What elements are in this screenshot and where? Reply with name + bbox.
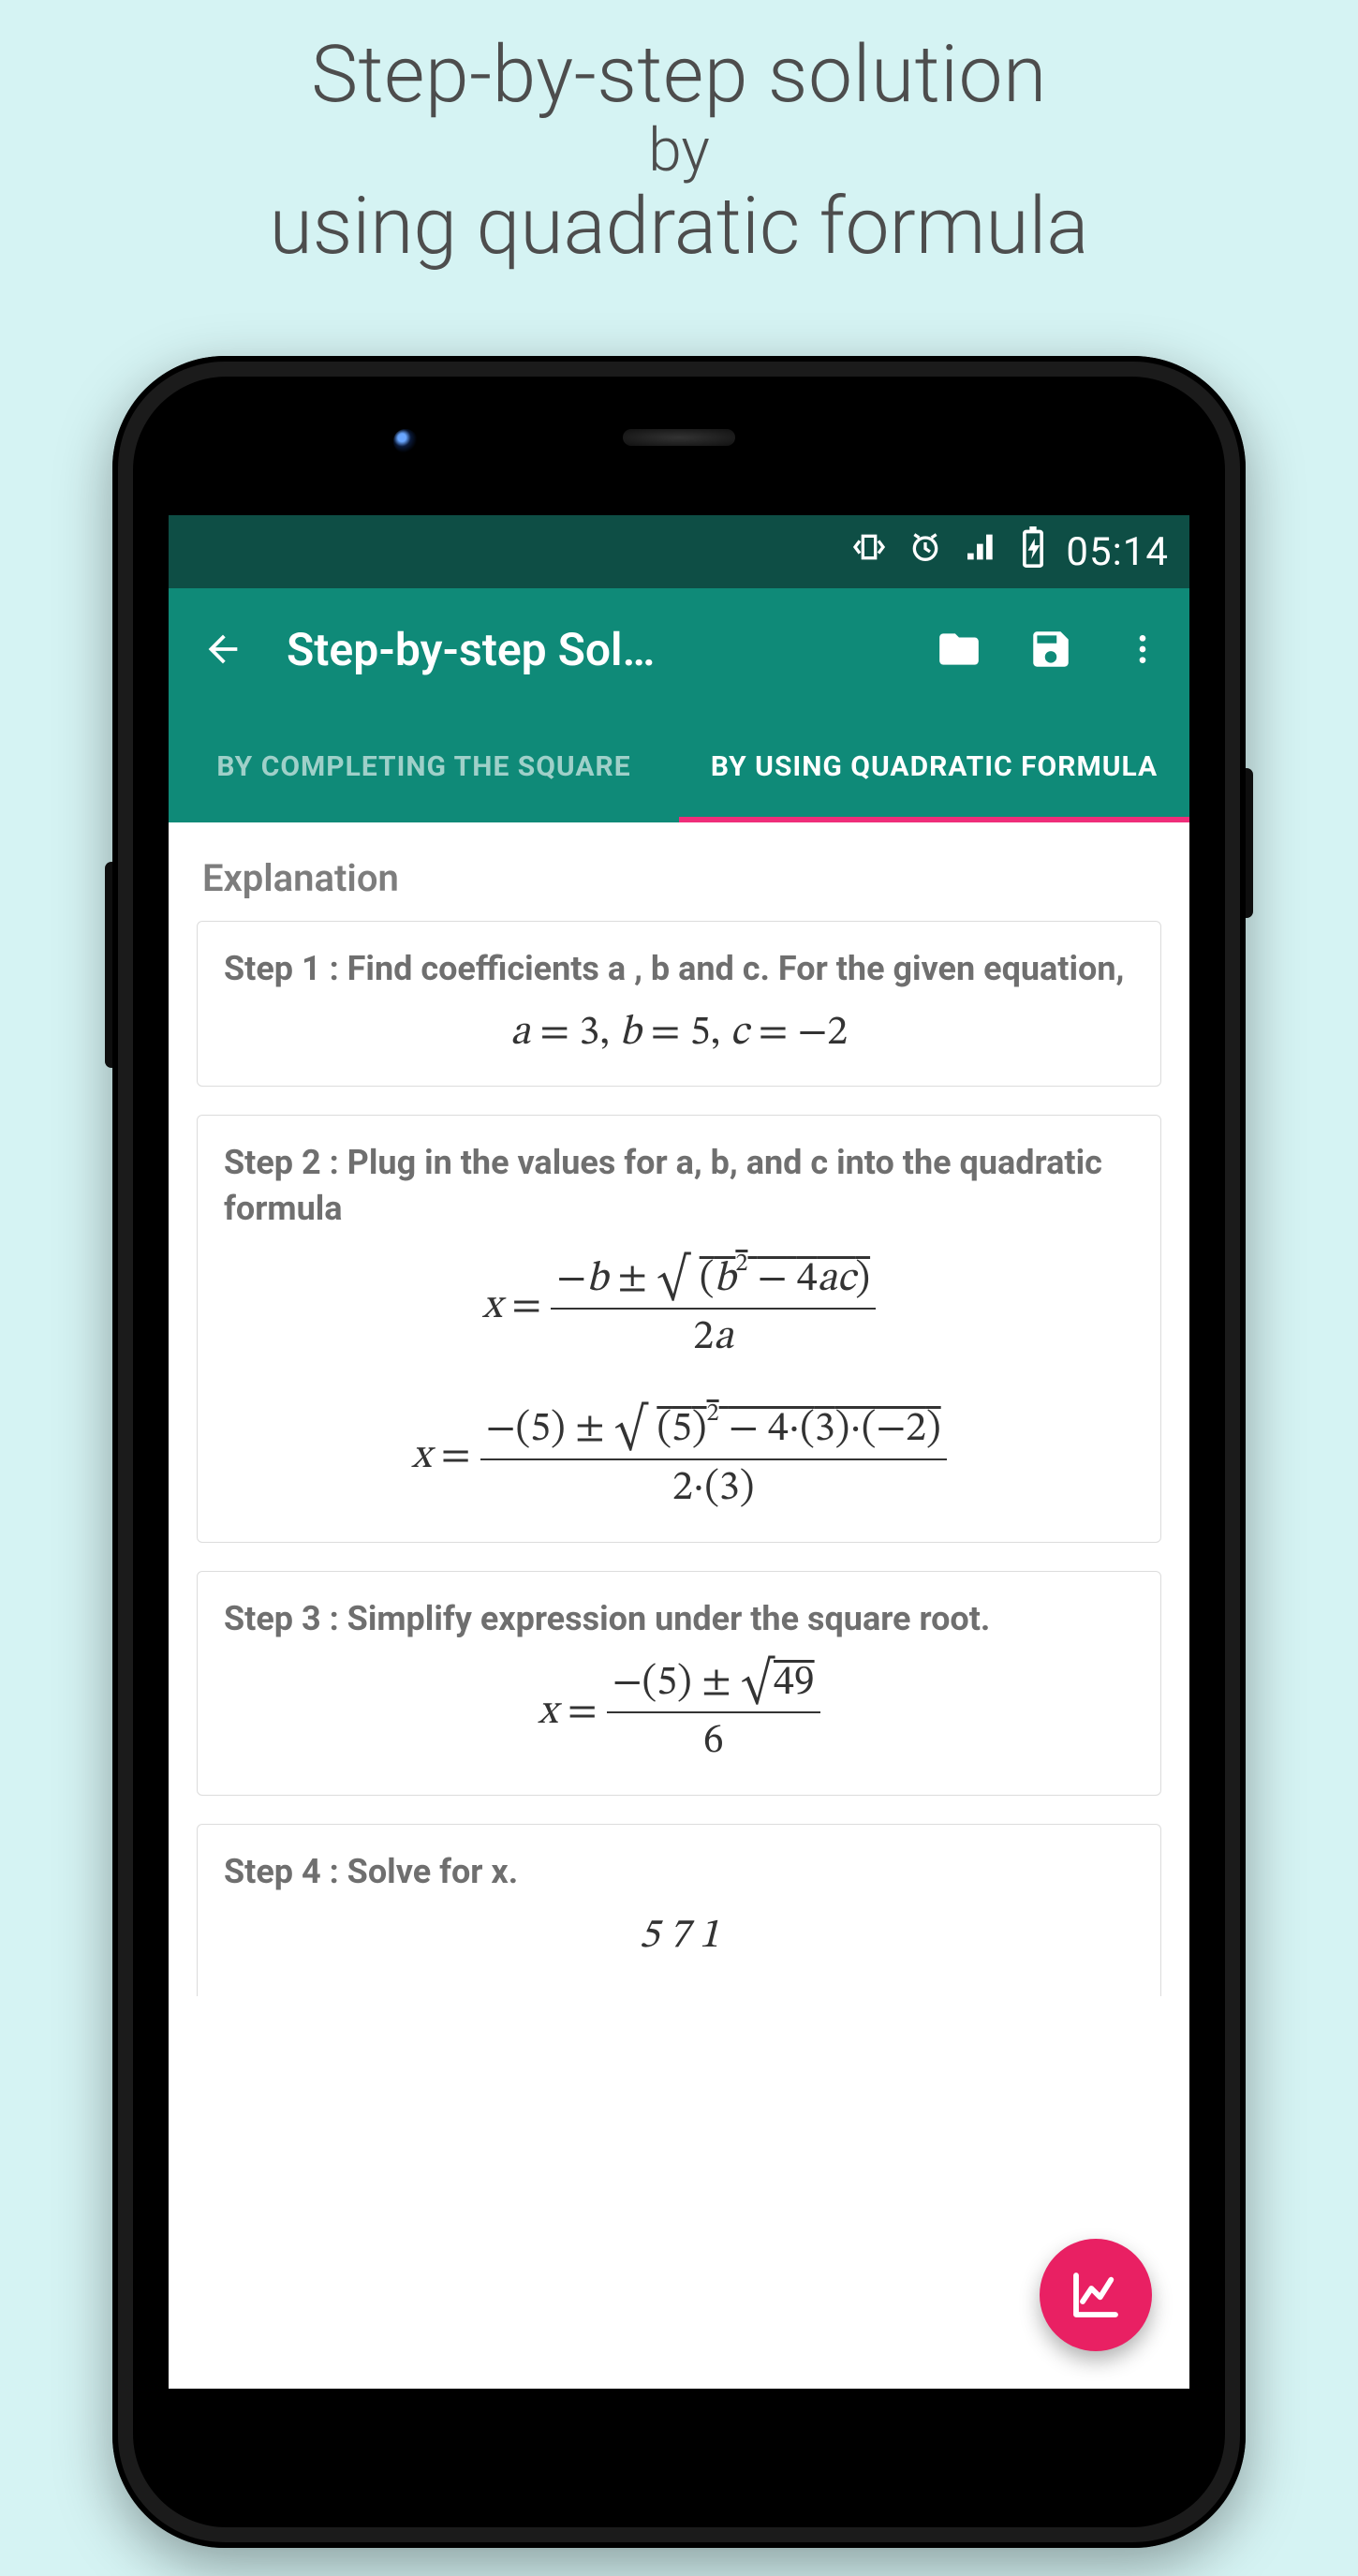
back-button[interactable] <box>195 621 251 677</box>
battery-icon <box>1019 526 1047 578</box>
save-button[interactable] <box>1023 621 1079 677</box>
step-2-substituted: x = −(5) ± √ (5)2 − 4·(3)·(−2) 2·(3) <box>224 1400 1134 1514</box>
step-2-card: Step 2 : Plug in the values for a, b, an… <box>197 1115 1161 1543</box>
tab-completing-square[interactable]: BY COMPLETING THE SQUARE <box>169 710 679 822</box>
promo-line-1: Step-by-step solution <box>0 28 1358 121</box>
device-speaker <box>623 429 735 446</box>
sub-a-den: 3 <box>719 1468 740 1509</box>
device-camera <box>393 429 418 453</box>
discriminant: 49 <box>774 1657 815 1704</box>
step-1-title: Step 1 : Find coefficients a , b and c. … <box>224 946 1134 992</box>
step-1-card: Step 1 : Find coefficients a , b and c. … <box>197 921 1161 1087</box>
step-3-math: x = −(5) ± √49 6 <box>224 1659 1134 1768</box>
status-bar: 05:14 <box>169 515 1189 588</box>
screen: 05:14 Step-by-step Sol… BY COMPLETING <box>169 515 1189 2389</box>
vibrate-icon <box>850 528 888 576</box>
alarm-icon <box>907 528 944 576</box>
promo-line-2: by <box>0 115 1358 185</box>
step-3-card: Step 3 : Simplify expression under the s… <box>197 1571 1161 1796</box>
graph-fab[interactable] <box>1040 2239 1152 2351</box>
sub-c: −2 <box>876 1409 925 1450</box>
coeff-c: −2 <box>798 1013 848 1054</box>
section-heading: Explanation <box>202 856 1156 900</box>
sub-b: 5 <box>530 1409 551 1450</box>
step-1-math: a = 3, b = 5, c = −2 <box>224 1009 1134 1059</box>
signal-icon <box>963 528 1000 576</box>
promo-heading: Step-by-step solution by using quadratic… <box>0 28 1358 273</box>
step-4-partial: 5 7 1 <box>224 1912 1134 1968</box>
neg-b: −(5) <box>613 1663 692 1704</box>
step-4-card: Step 4 : Solve for x. 5 7 1 <box>197 1824 1161 1996</box>
tab-quadratic-formula[interactable]: BY USING QUADRATIC FORMULA <box>679 710 1189 822</box>
step-3-title: Step 3 : Simplify expression under the s… <box>224 1596 1134 1642</box>
promo-line-3: using quadratic formula <box>0 180 1358 273</box>
overflow-menu-button[interactable] <box>1114 621 1171 677</box>
sub-a: 3 <box>815 1409 835 1450</box>
folder-button[interactable] <box>931 621 987 677</box>
status-time: 05:14 <box>1066 529 1169 575</box>
app-title: Step-by-step Sol… <box>287 623 895 676</box>
content-area: Explanation Step 1 : Find coefficients a… <box>169 822 1189 2389</box>
coeff-a: 3 <box>579 1013 599 1054</box>
coeff-b: 5 <box>690 1013 711 1054</box>
step-2-formula: x = −b ± √ (b2 − 4ac) 2a <box>224 1251 1134 1364</box>
step-2-title: Step 2 : Plug in the values for a, b, an… <box>224 1140 1134 1231</box>
sub-b-sq: 5 <box>672 1409 692 1450</box>
phone-frame: 05:14 Step-by-step Sol… BY COMPLETING <box>112 356 1246 2548</box>
app-bar: Step-by-step Sol… <box>169 588 1189 710</box>
denominator: 6 <box>607 1713 820 1767</box>
step-4-title: Step 4 : Solve for x. <box>224 1849 1134 1895</box>
tab-bar: BY COMPLETING THE SQUARE BY USING QUADRA… <box>169 710 1189 822</box>
